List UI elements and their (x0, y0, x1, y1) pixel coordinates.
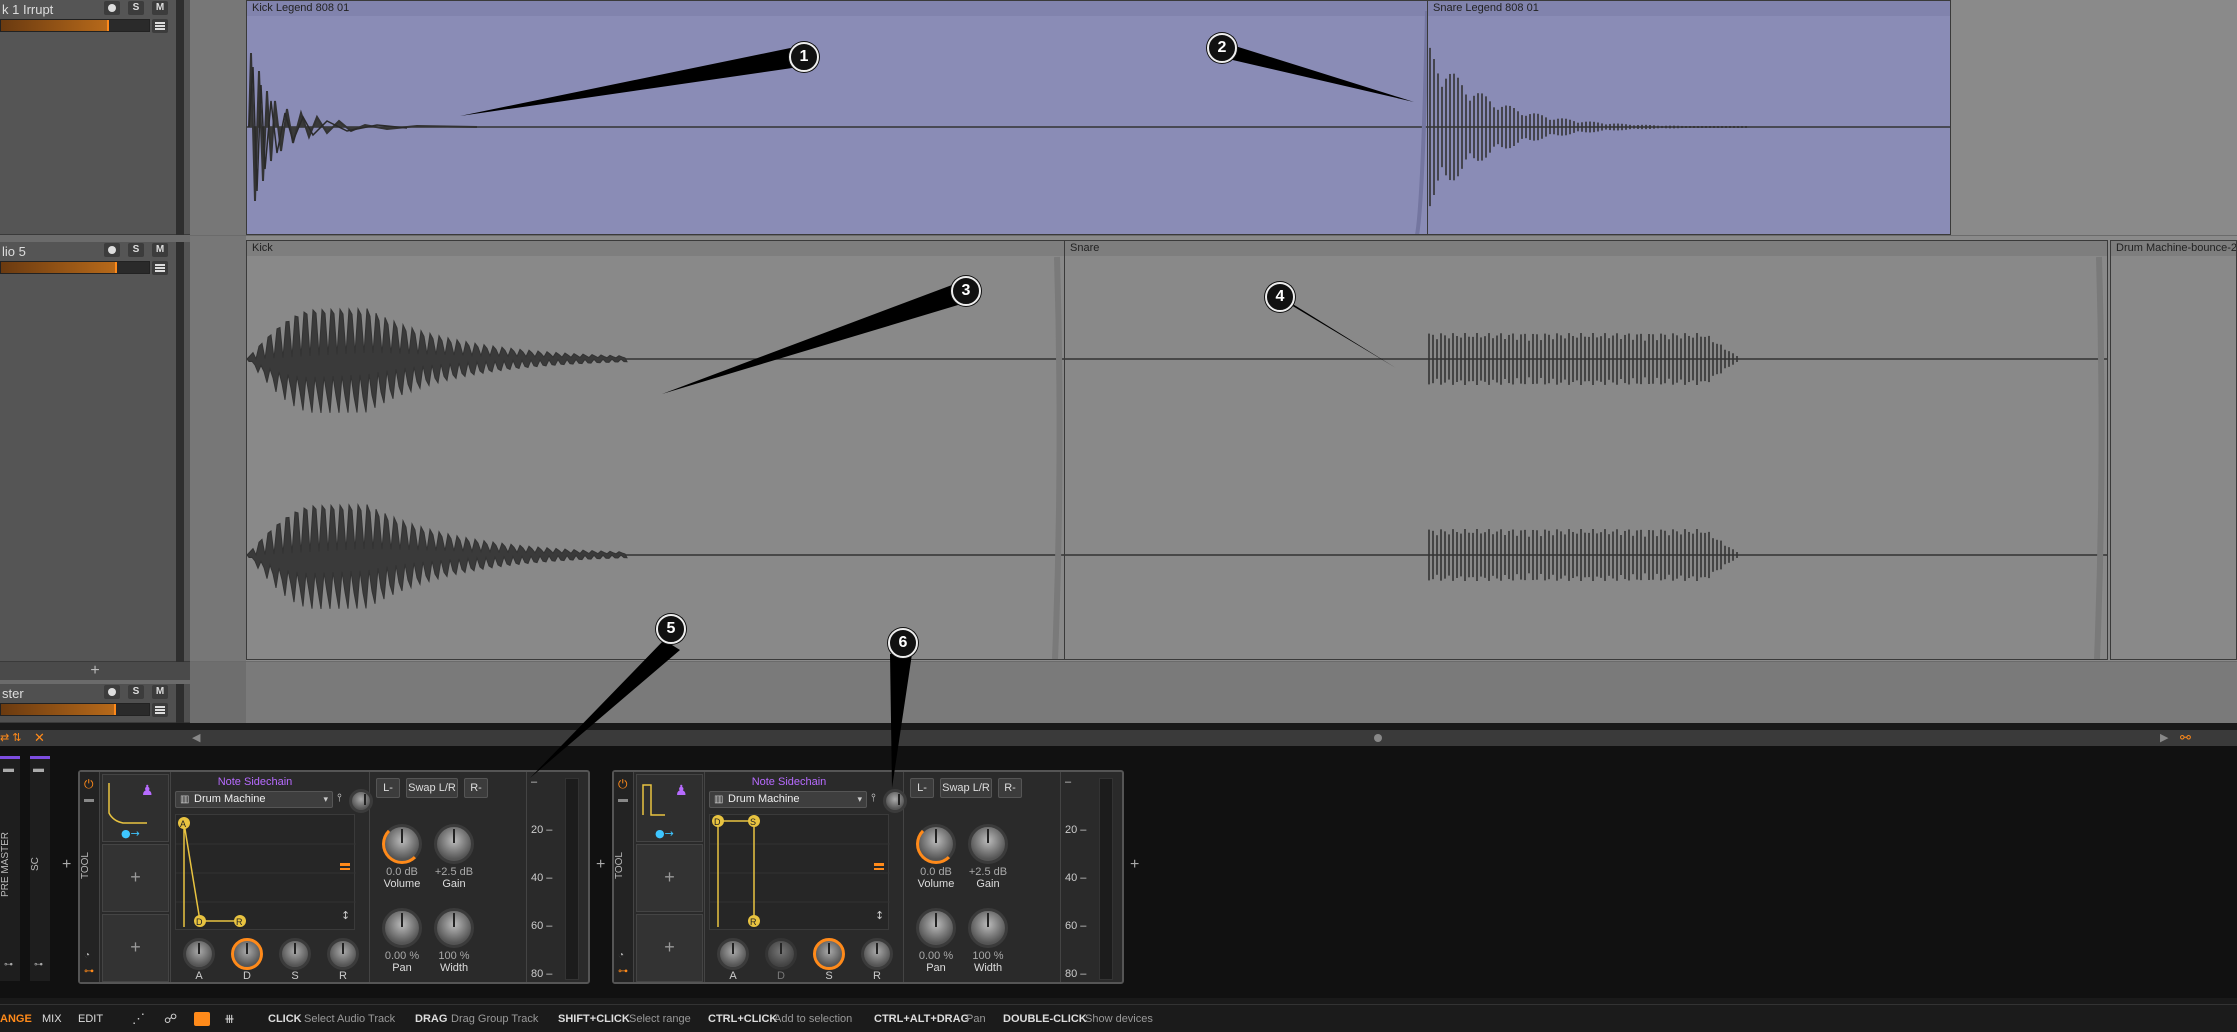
hint-desc: Select Audio Track (304, 1013, 396, 1025)
hint-desc: Drag Group Track (451, 1013, 539, 1025)
mode-edit[interactable]: EDIT (78, 1005, 103, 1032)
callout-badge: 5 (656, 614, 686, 644)
hint-key: CTRL+CLICK (708, 1013, 778, 1025)
mode-arrange[interactable]: ANGE (0, 1005, 32, 1032)
hint-key: CTRL+ALT+DRAG (874, 1013, 970, 1025)
hint-desc: Pan (966, 1013, 986, 1025)
layout-icon[interactable] (194, 1012, 210, 1026)
hint-desc: Select range (629, 1013, 691, 1025)
hint-key: SHIFT+CLICK (558, 1013, 630, 1025)
hint-key: CLICK (268, 1013, 302, 1025)
mode-mix[interactable]: MIX (42, 1005, 62, 1032)
mixer-icon[interactable]: ⧻ (224, 1005, 235, 1032)
app-window: k 1 Irrupt S M lio 5 S M + ster S M Kick… (0, 0, 2237, 1032)
callout-badge: 6 (888, 628, 918, 658)
callout-pointers (530, 640, 912, 788)
hint-desc: Show devices (1085, 1013, 1153, 1025)
hint-key: DOUBLE-CLICK (1003, 1013, 1087, 1025)
hint-desc: Add to selection (774, 1013, 853, 1025)
node-icon[interactable]: ☍ (164, 1005, 177, 1032)
hint-key: DRAG (415, 1013, 448, 1025)
device-panel: ▬ PRE MASTER ⊶ ▬ SC ⊶ + ⏻ ▬ TOOL ◔ ⊶ ♟ ●… (0, 614, 2237, 998)
status-bar: ANGE MIX EDIT ⋰ ☍ ⧻ CLICK Select Audio T… (0, 1004, 2237, 1032)
grid-icon[interactable]: ⋰ (132, 1005, 145, 1032)
